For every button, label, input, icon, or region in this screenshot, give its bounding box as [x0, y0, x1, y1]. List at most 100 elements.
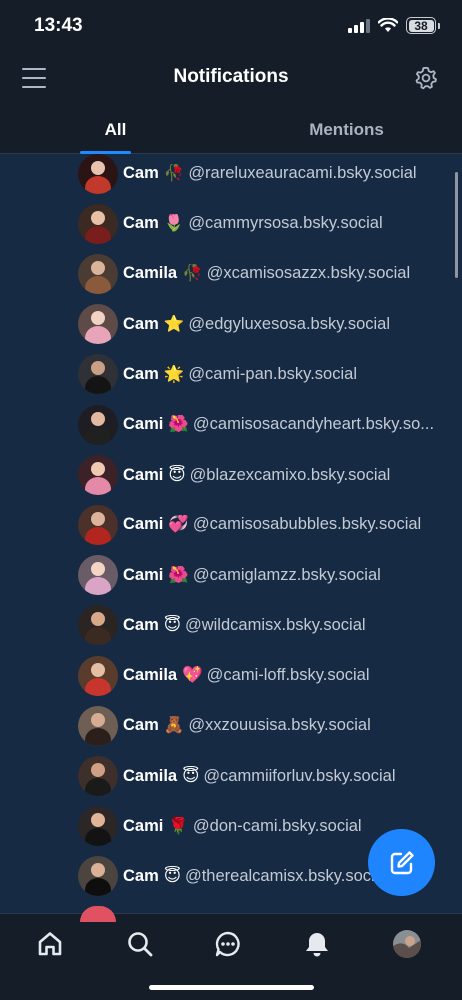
display-name[interactable]: Cami	[123, 515, 163, 533]
list-item[interactable]: Cam 🥀 @rareluxeauracami.bsky.social	[0, 149, 462, 199]
notifications-screen: 13:43 38 Notifications All Mentions Cam …	[0, 0, 462, 1000]
status-bar: 13:43 38	[0, 0, 462, 56]
user-handle[interactable]: @therealcamisx.bsky.social	[185, 867, 388, 885]
name-emoji: 😇	[163, 616, 181, 635]
chat-icon[interactable]	[214, 930, 242, 958]
display-name[interactable]: Cami	[123, 817, 163, 835]
name-emoji: 🥀	[182, 264, 203, 283]
user-handle[interactable]: @cammiiforluv.bsky.social	[203, 767, 395, 785]
display-name[interactable]: Cami	[123, 466, 163, 484]
avatar[interactable]	[78, 605, 118, 646]
display-name[interactable]: Camila	[123, 767, 177, 785]
list-item[interactable]: Cami 🌺 @camisosacandyheart.bsky.so...	[0, 400, 462, 450]
user-handle[interactable]: @camiglamzz.bsky.social	[193, 566, 381, 584]
display-name[interactable]: Camila	[123, 666, 177, 684]
compose-button[interactable]	[368, 829, 435, 896]
avatar[interactable]	[78, 806, 118, 847]
display-name[interactable]: Cam	[123, 616, 159, 634]
bottom-nav	[0, 906, 462, 1000]
notification-text: Camila 💖 @cami-loff.bsky.social	[123, 666, 442, 685]
home-indicator	[149, 985, 314, 990]
display-name[interactable]: Cam	[123, 214, 159, 232]
user-handle[interactable]: @cammyrsosa.bsky.social	[188, 214, 382, 232]
scrollbar[interactable]	[455, 172, 458, 278]
list-item[interactable]: Cami 🌺 @camiglamzz.bsky.social	[0, 550, 462, 600]
list-item[interactable]: Cam 🧸 @xxzouusisa.bsky.social	[0, 701, 462, 751]
display-name[interactable]: Cam	[123, 716, 159, 734]
name-emoji: 😇	[163, 867, 181, 886]
battery-tip	[438, 22, 440, 29]
avatar[interactable]	[78, 153, 118, 194]
status-icons: 38	[348, 17, 440, 34]
notification-text: Cami 🌺 @camiglamzz.bsky.social	[123, 566, 442, 585]
user-handle[interactable]: @camisosabubbles.bsky.social	[193, 515, 421, 533]
avatar[interactable]	[78, 354, 118, 395]
list-item[interactable]: Camila 🥀 @xcamisosazzx.bsky.social	[0, 249, 462, 299]
status-time: 13:43	[34, 15, 83, 36]
avatar[interactable]	[78, 304, 118, 345]
avatar[interactable]	[78, 203, 118, 244]
user-handle[interactable]: @xxzouusisa.bsky.social	[188, 716, 370, 734]
avatar[interactable]	[78, 253, 118, 294]
user-handle[interactable]: @rareluxeauracami.bsky.social	[188, 164, 416, 182]
user-handle[interactable]: @xcamisosazzx.bsky.social	[207, 264, 411, 282]
avatar[interactable]	[78, 404, 118, 445]
display-name[interactable]: Cami	[123, 566, 163, 584]
user-handle[interactable]: @blazexcamixo.bsky.social	[190, 466, 391, 484]
user-handle[interactable]: @camisosacandyheart.bsky.so...	[193, 415, 434, 433]
list-item[interactable]: Cam 🌟 @cami-pan.bsky.social	[0, 349, 462, 399]
avatar[interactable]	[78, 755, 118, 796]
header: Notifications All Mentions	[0, 56, 462, 154]
avatar[interactable]	[78, 454, 118, 495]
list-item[interactable]: Camila 💖 @cami-loff.bsky.social	[0, 651, 462, 701]
profile-avatar[interactable]	[393, 930, 421, 958]
notification-text: Cam 🌟 @cami-pan.bsky.social	[123, 365, 442, 384]
search-icon[interactable]	[126, 930, 154, 958]
avatar[interactable]	[78, 856, 118, 897]
list-item[interactable]: Cam 🌷 @cammyrsosa.bsky.social	[0, 199, 462, 249]
display-name[interactable]: Cam	[123, 164, 159, 182]
notification-text: Camila 🥀 @xcamisosazzx.bsky.social	[123, 264, 442, 283]
name-emoji: 🌹	[168, 816, 189, 835]
wifi-icon	[378, 18, 398, 32]
user-handle[interactable]: @wildcamisx.bsky.social	[185, 616, 366, 634]
list-item[interactable]: Cami 😇 @blazexcamixo.bsky.social	[0, 450, 462, 500]
list-item[interactable]: Cami 💞 @camisosabubbles.bsky.social	[0, 500, 462, 550]
notification-text: Cam 🥀 @rareluxeauracami.bsky.social	[123, 164, 442, 183]
compose-icon	[390, 850, 414, 874]
avatar[interactable]	[78, 555, 118, 596]
notification-text: Cam 😇 @wildcamisx.bsky.social	[123, 615, 442, 635]
display-name[interactable]: Cam	[123, 365, 159, 383]
bell-icon[interactable]	[303, 930, 331, 958]
name-emoji: 🌷	[163, 214, 185, 233]
home-icon[interactable]	[36, 930, 64, 958]
name-emoji: 🌟	[163, 364, 185, 383]
display-name[interactable]: Cam	[123, 315, 159, 333]
name-emoji: 🥀	[163, 164, 185, 182]
page-title: Notifications	[173, 66, 289, 87]
name-emoji: ⭐	[163, 314, 185, 333]
user-handle[interactable]: @don-cami.bsky.social	[193, 817, 362, 835]
battery-icon: 38	[406, 17, 436, 34]
avatar[interactable]	[78, 655, 118, 696]
user-handle[interactable]: @edgyluxesosa.bsky.social	[188, 315, 390, 333]
name-emoji: 🌺	[168, 415, 189, 433]
gear-icon[interactable]	[414, 66, 438, 90]
list-item[interactable]: Cam 😇 @wildcamisx.bsky.social	[0, 600, 462, 650]
notification-list[interactable]: Cam 🥀 @rareluxeauracami.bsky.social Cam 🌷 @ca…	[0, 148, 462, 913]
display-name[interactable]: Camila	[123, 264, 177, 282]
notification-text: Cami 💞 @camisosabubbles.bsky.social	[123, 515, 442, 534]
user-handle[interactable]: @cami-loff.bsky.social	[207, 666, 370, 684]
name-emoji: 🌺	[168, 565, 189, 584]
name-emoji: 💞	[168, 515, 189, 534]
notification-text: Camila 😇 @cammiiforluv.bsky.social	[123, 766, 442, 786]
display-name[interactable]: Cam	[123, 867, 159, 885]
name-emoji: 🧸	[163, 716, 185, 735]
user-handle[interactable]: @cami-pan.bsky.social	[188, 365, 357, 383]
list-item[interactable]: Camila 😇 @cammiiforluv.bsky.social	[0, 751, 462, 801]
name-emoji: 💖	[182, 666, 203, 684]
avatar[interactable]	[78, 705, 118, 746]
avatar[interactable]	[78, 504, 118, 545]
list-item[interactable]: Cam ⭐ @edgyluxesosa.bsky.social	[0, 299, 462, 349]
display-name[interactable]: Cami	[123, 415, 163, 433]
